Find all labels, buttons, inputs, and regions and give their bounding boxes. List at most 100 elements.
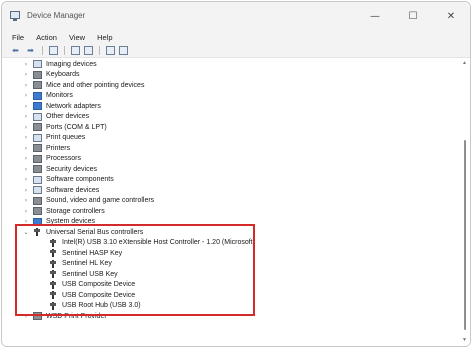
tree-item-label: Security devices xyxy=(46,165,97,173)
tree-category-row[interactable]: › Software devices xyxy=(22,185,99,195)
tree-category-row[interactable]: › WSD Print Provider xyxy=(22,311,107,321)
usb-icon xyxy=(33,228,42,236)
vertical-scrollbar[interactable]: ▲ ▼ xyxy=(462,60,467,343)
tree-category-row[interactable]: › Imaging devices xyxy=(22,59,97,69)
scan-for-hardware-changes-icon[interactable] xyxy=(106,46,115,55)
title-bar: Device Manager — ☐ ✕ xyxy=(2,2,470,30)
usb-device-row[interactable]: USB Composite Device xyxy=(38,290,135,300)
mouse-icon xyxy=(33,81,42,89)
window-title: Device Manager xyxy=(27,11,86,20)
tree-item-label: Intel(R) USB 3.10 eXtensible Host Contro… xyxy=(62,239,255,246)
tree-category-row[interactable]: › Storage controllers xyxy=(22,206,105,216)
collapse-chevron-icon[interactable]: › xyxy=(22,187,30,194)
tree-category-row[interactable]: › Network adapters xyxy=(22,101,101,111)
network-icon xyxy=(33,102,42,110)
tree-item-label: Sentinel HASP Key xyxy=(62,249,123,257)
expand-chevron-icon[interactable]: ⌄ xyxy=(22,229,30,236)
collapse-chevron-icon[interactable]: › xyxy=(22,82,30,89)
collapse-chevron-icon[interactable]: › xyxy=(22,92,30,99)
tree-category-row[interactable]: › Keyboards xyxy=(22,70,79,80)
monitor-icon xyxy=(33,91,42,100)
tree-item-label: WSD Print Provider xyxy=(46,312,107,320)
toolbar-divider xyxy=(99,46,100,55)
processor-icon xyxy=(33,154,42,163)
usb-device-row[interactable]: USB Root Hub (USB 3.0) xyxy=(38,301,141,311)
menu-help[interactable]: Help xyxy=(97,33,112,42)
tree-category-row[interactable]: › Printers xyxy=(22,143,70,153)
device-manager-window: Device Manager — ☐ ✕ File Action View He… xyxy=(1,1,471,347)
tree-item-label: USB Composite Device xyxy=(62,281,136,288)
collapse-chevron-icon[interactable]: › xyxy=(22,71,30,78)
sound-icon xyxy=(33,196,42,205)
menu-view[interactable]: View xyxy=(69,33,85,42)
usb-device-row[interactable]: Intel(R) USB 3.10 eXtensible Host Contro… xyxy=(38,238,255,248)
usb-device-icon xyxy=(49,249,58,257)
monitor-view-icon[interactable] xyxy=(119,46,128,55)
scroll-down-arrow-icon[interactable]: ▼ xyxy=(462,337,467,343)
device-tree: › Imaging devices › Keyboards › Mice and othe… xyxy=(2,57,470,346)
tree-category-row[interactable]: › Security devices xyxy=(22,164,97,174)
tree-item-label: Universal Serial Bus controllers xyxy=(46,228,144,236)
scroll-thumb[interactable] xyxy=(464,140,466,330)
tree-category-row[interactable]: › Software components xyxy=(22,175,114,185)
show-hide-console-tree-icon[interactable] xyxy=(49,46,58,55)
usb-device-icon xyxy=(49,238,58,247)
tree-item-label: Print queues xyxy=(46,134,86,141)
collapse-chevron-icon[interactable]: › xyxy=(22,113,30,120)
tree-item-label: Other devices xyxy=(46,113,90,120)
forward-button[interactable]: ➡ xyxy=(25,46,36,56)
usb-device-icon xyxy=(49,301,58,310)
toolbar-divider xyxy=(42,46,43,55)
tree-item-label: System devices xyxy=(46,218,96,225)
printer-icon xyxy=(33,144,42,152)
collapse-chevron-icon[interactable]: › xyxy=(22,155,30,162)
collapse-chevron-icon[interactable]: › xyxy=(22,166,30,173)
tree-item-label: Mice and other pointing devices xyxy=(46,81,145,89)
tree-category-row[interactable]: › Ports (COM & LPT) xyxy=(22,122,107,132)
scroll-up-arrow-icon[interactable]: ▲ xyxy=(462,60,467,66)
menu-action[interactable]: Action xyxy=(36,33,57,42)
usb-device-row[interactable]: Sentinel HASP Key xyxy=(38,248,122,258)
tree-category-row[interactable]: › Mice and other pointing devices xyxy=(22,80,144,90)
menu-bar: File Action View Help xyxy=(2,30,470,44)
tree-item-label: Sentinel USB Key xyxy=(62,270,118,278)
tree-item-label: Ports (COM & LPT) xyxy=(46,123,107,131)
collapse-chevron-icon[interactable]: › xyxy=(22,313,30,320)
minimize-button[interactable]: — xyxy=(356,2,394,30)
tree-item-label: Keyboards xyxy=(46,71,80,78)
collapse-chevron-icon[interactable]: › xyxy=(22,218,30,225)
keyboard-icon xyxy=(33,70,42,79)
tree-item-label: Software devices xyxy=(46,186,100,194)
help-icon[interactable] xyxy=(84,46,93,55)
storage-icon xyxy=(33,207,42,215)
usb-device-row[interactable]: Sentinel USB Key xyxy=(38,269,118,279)
usb-device-row[interactable]: Sentinel HL Key xyxy=(38,259,112,269)
tree-item-label: Sentinel HL Key xyxy=(62,260,112,267)
tree-item-label: Network adapters xyxy=(46,102,101,110)
back-button[interactable]: ⬅ xyxy=(10,46,21,56)
tree-category-row[interactable]: › Other devices xyxy=(22,112,89,122)
collapse-chevron-icon[interactable]: › xyxy=(22,208,30,215)
collapse-chevron-icon[interactable]: › xyxy=(22,103,30,110)
collapse-chevron-icon[interactable]: › xyxy=(22,176,30,183)
collapse-chevron-icon[interactable]: › xyxy=(22,124,30,131)
tree-category-row[interactable]: › System devices xyxy=(22,217,95,227)
collapse-chevron-icon[interactable]: › xyxy=(22,145,30,152)
usb-device-icon xyxy=(49,270,58,278)
properties-icon[interactable] xyxy=(71,46,80,55)
tree-category-row[interactable]: › Monitors xyxy=(22,91,73,101)
tree-category-row[interactable]: › Print queues xyxy=(22,133,85,143)
menu-file[interactable]: File xyxy=(12,33,24,42)
collapse-chevron-icon[interactable]: › xyxy=(22,134,30,141)
tree-category-row[interactable]: › Processors xyxy=(22,154,81,164)
close-button[interactable]: ✕ xyxy=(432,2,470,30)
maximize-button[interactable]: ☐ xyxy=(394,2,432,30)
tree-item-label: Printers xyxy=(46,144,71,152)
collapse-chevron-icon[interactable]: › xyxy=(22,61,30,68)
toolbar-divider xyxy=(64,46,65,55)
tree-category-usb[interactable]: ⌄ Universal Serial Bus controllers xyxy=(22,227,143,237)
usb-device-icon xyxy=(49,280,58,289)
tree-category-row[interactable]: › Sound, video and game controllers xyxy=(22,196,154,206)
usb-device-row[interactable]: USB Composite Device xyxy=(38,280,135,290)
collapse-chevron-icon[interactable]: › xyxy=(22,197,30,204)
